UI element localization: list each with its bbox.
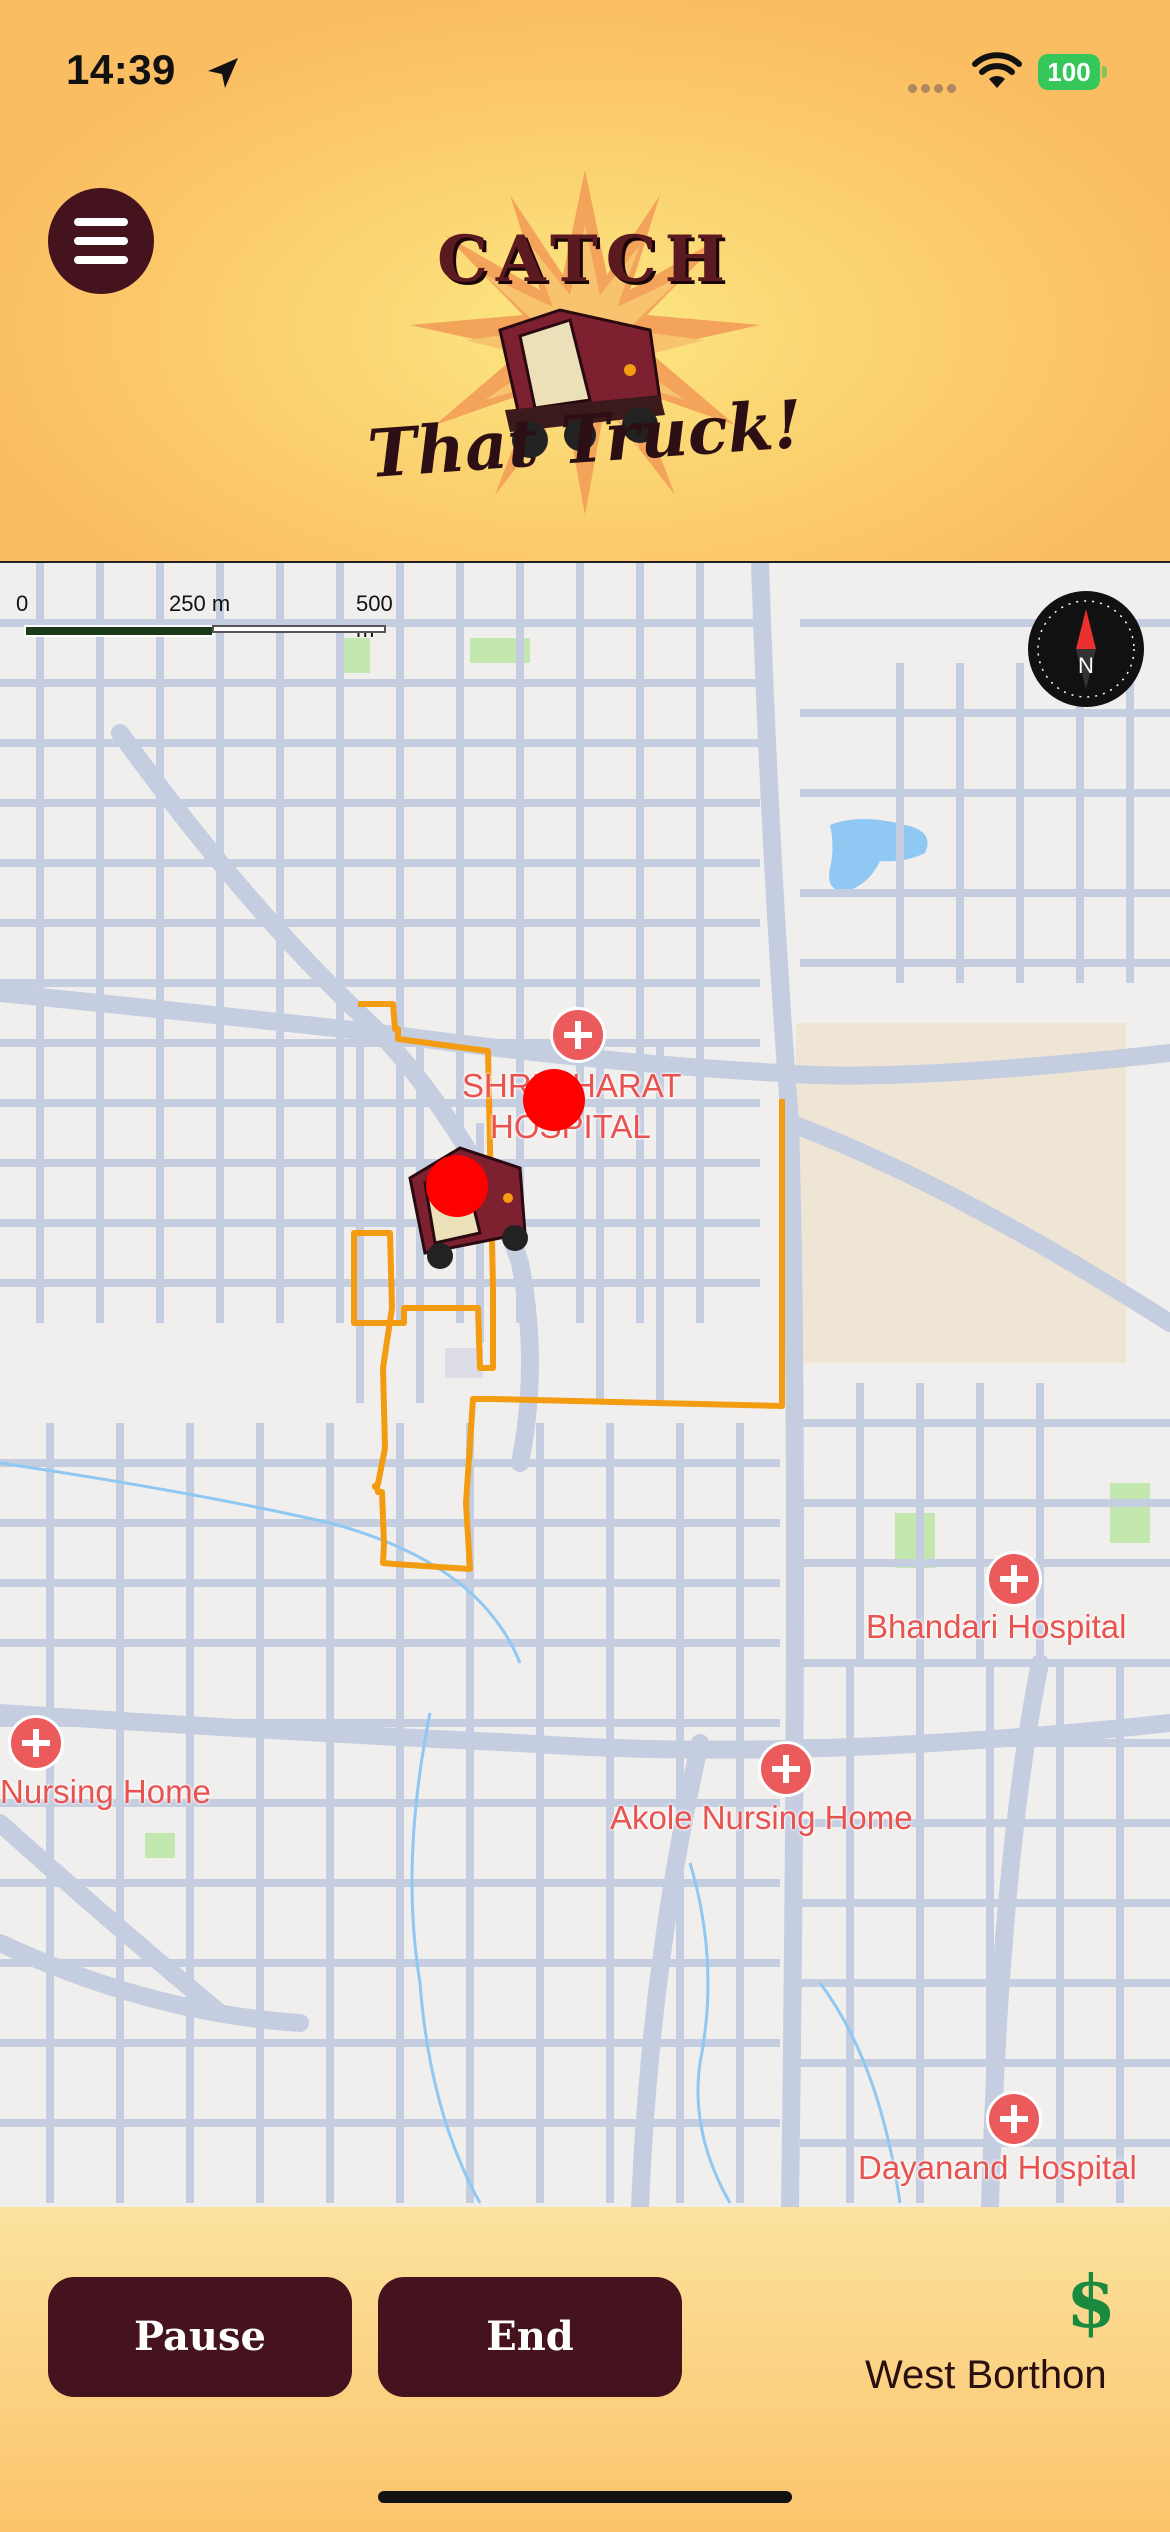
park-area [145, 1833, 175, 1858]
battery-indicator: 100 [1038, 54, 1108, 90]
location-arrow-icon [208, 58, 238, 88]
scale-bar-empty [212, 625, 386, 633]
battery-level: 100 [1038, 54, 1100, 90]
user-location-marker[interactable] [523, 1069, 585, 1131]
scale-label-0: 0 [16, 591, 29, 616]
map-canvas [0, 563, 1170, 2207]
app-logo: CATCH That Truck! [360, 170, 810, 530]
poi-label-dayanand[interactable]: Dayanand Hospital [858, 2149, 1137, 2187]
map-scale: 0 250 m 500 m [16, 591, 416, 642]
compass-label: N [1078, 653, 1094, 678]
menu-button[interactable] [48, 188, 154, 294]
app-header: 14:39 100 CATCH That Truck! [0, 0, 1170, 561]
poi-label-akole[interactable]: Akole Nursing Home [610, 1799, 913, 1837]
poi-label-bhandari[interactable]: Bhandari Hospital [866, 1608, 1127, 1646]
status-bar: 14:39 100 [0, 0, 1170, 150]
poi-label-nursing-home[interactable]: Nursing Home [0, 1773, 211, 1811]
hospital-icon[interactable] [550, 1007, 606, 1063]
location-name: West Borthon [865, 2353, 1107, 2397]
dollar-icon[interactable]: $ [1066, 2259, 1116, 2344]
wifi-icon [972, 52, 1022, 88]
end-button[interactable]: End [378, 2277, 682, 2397]
scale-label-500: 500 m [356, 591, 393, 642]
status-time: 14:39 [66, 46, 176, 93]
compass-button[interactable]: N [1028, 591, 1144, 707]
control-bar: Pause End $ West Borthon [0, 2207, 1170, 2532]
home-indicator[interactable] [378, 2491, 792, 2503]
map-view[interactable]: 0 250 m 500 m N SHRI BHARAT HOSPITAL Bha… [0, 561, 1170, 2209]
scale-label-250: 250 m [169, 591, 231, 616]
lake-area [829, 819, 928, 892]
logo-text-catch: CATCH [436, 222, 734, 297]
park-area [340, 638, 370, 673]
truck-location-marker[interactable] [426, 1155, 488, 1217]
hospital-icon[interactable] [8, 1715, 64, 1771]
cellular-signal-icon [908, 80, 962, 93]
compass-icon [1037, 600, 1135, 698]
park-area [1110, 1483, 1150, 1543]
pause-button[interactable]: Pause [48, 2277, 352, 2397]
hospital-icon[interactable] [758, 1741, 814, 1797]
scale-bar-filled [24, 625, 214, 637]
hospital-icon[interactable] [986, 2091, 1042, 2147]
hospital-icon[interactable] [986, 1551, 1042, 1607]
